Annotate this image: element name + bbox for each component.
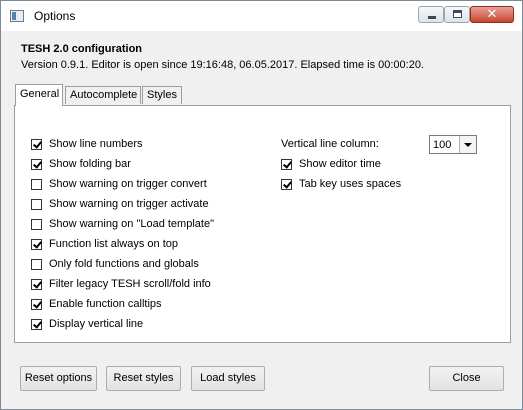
checkbox[interactable] <box>31 259 42 270</box>
checkbox[interactable] <box>31 279 42 290</box>
checkbox-label[interactable]: Show folding bar <box>49 158 131 170</box>
minimize-icon <box>428 16 436 19</box>
app-window-icon <box>10 10 24 22</box>
chevron-down-icon[interactable] <box>459 136 476 153</box>
checkbox[interactable] <box>31 179 42 190</box>
reset-styles-button[interactable]: Reset styles <box>106 366 181 391</box>
window-title: Options <box>34 9 76 23</box>
checkbox[interactable] <box>281 179 292 190</box>
checkbox[interactable] <box>31 139 42 150</box>
checkbox-label[interactable]: Function list always on top <box>49 238 178 250</box>
maximize-icon <box>453 10 462 18</box>
checkbox[interactable] <box>31 299 42 310</box>
config-title: TESH 2.0 configuration <box>21 43 143 55</box>
tab-autocomplete[interactable]: Autocomplete <box>65 86 141 104</box>
checkbox[interactable] <box>31 199 42 210</box>
close-icon: ✕ <box>486 6 498 21</box>
checkbox[interactable] <box>31 319 42 330</box>
checkbox-label[interactable]: Enable function calltips <box>49 298 162 310</box>
minimize-button[interactable] <box>418 6 444 23</box>
checkbox-label[interactable]: Tab key uses spaces <box>299 178 401 190</box>
vertical-line-column-label: Vertical line column: <box>281 138 379 150</box>
version-info: Version 0.9.1. Editor is open since 19:1… <box>21 59 424 71</box>
load-styles-button[interactable]: Load styles <box>191 366 265 391</box>
checkbox-label[interactable]: Show line numbers <box>49 138 143 150</box>
title-bar[interactable]: Options ✕ <box>1 1 522 31</box>
vertical-line-column-select[interactable]: 100 <box>429 135 477 154</box>
checkbox-label[interactable]: Show warning on trigger activate <box>49 198 209 210</box>
checkbox-label[interactable]: Show warning on trigger convert <box>49 178 207 190</box>
checkbox-label[interactable]: Show editor time <box>299 158 381 170</box>
checkbox-label[interactable]: Filter legacy TESH scroll/fold info <box>49 278 211 290</box>
general-tab-panel: Show line numbers Show folding bar Show wa… <box>14 105 511 343</box>
maximize-button[interactable] <box>444 6 470 23</box>
window-close-button[interactable]: ✕ <box>470 6 514 23</box>
checkbox-label[interactable]: Display vertical line <box>49 318 143 330</box>
vertical-line-column-value: 100 <box>433 139 452 151</box>
checkbox[interactable] <box>281 159 292 170</box>
checkbox[interactable] <box>31 239 42 250</box>
reset-options-button[interactable]: Reset options <box>20 366 97 391</box>
close-button[interactable]: Close <box>429 366 504 391</box>
checkbox-label[interactable]: Show warning on "Load template" <box>49 218 214 230</box>
options-window: Options ✕ TESH 2.0 configuration Version… <box>0 0 523 410</box>
tab-general[interactable]: General <box>15 84 63 106</box>
checkbox[interactable] <box>31 219 42 230</box>
checkbox[interactable] <box>31 159 42 170</box>
tab-styles[interactable]: Styles <box>142 86 182 104</box>
checkbox-label[interactable]: Only fold functions and globals <box>49 258 199 270</box>
